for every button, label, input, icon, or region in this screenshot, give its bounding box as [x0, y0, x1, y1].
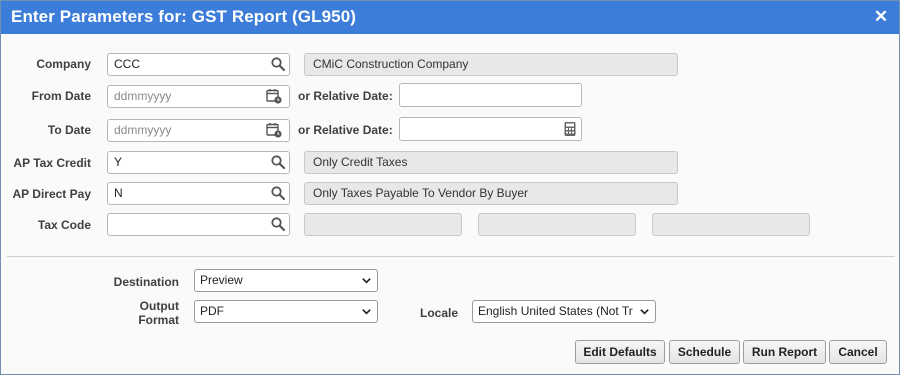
tax-code-label: Tax Code [37, 218, 91, 232]
edit-defaults-button[interactable]: Edit Defaults [575, 340, 665, 364]
company-description: CMiC Construction Company [304, 53, 678, 76]
ap-direct-pay-search-icon[interactable] [270, 185, 286, 201]
locale-value: English United States (Not Tr [478, 304, 633, 318]
from-date-calendar-icon[interactable] [266, 88, 282, 104]
to-date-input[interactable]: ddmmyyyy [107, 119, 290, 142]
locale-label: Locale [420, 306, 459, 320]
ap-tax-credit-search-icon[interactable] [270, 154, 286, 170]
ap-tax-credit-label: AP Tax Credit [13, 156, 91, 170]
run-report-button[interactable]: Run Report [743, 340, 826, 364]
cancel-button[interactable]: Cancel [829, 340, 887, 364]
chevron-down-icon [362, 309, 371, 315]
company-search-icon[interactable] [270, 56, 286, 72]
from-relative-date-label: or Relative Date: [298, 89, 393, 103]
title-bar: Enter Parameters for: GST Report (GL950)… [1, 1, 899, 34]
to-relative-date-input[interactable] [399, 117, 582, 141]
ap-direct-pay-input[interactable]: N [107, 182, 290, 205]
from-date-input[interactable]: ddmmyyyy [107, 85, 290, 108]
output-format-value: PDF [200, 304, 224, 318]
chevron-down-icon [362, 278, 371, 284]
ap-direct-pay-label: AP Direct Pay [12, 187, 92, 201]
schedule-button[interactable]: Schedule [669, 340, 740, 364]
tax-code-description-1 [304, 213, 462, 236]
company-label: Company [36, 57, 91, 71]
output-format-label-line1: Output [139, 299, 179, 313]
parameters-dialog: Enter Parameters for: GST Report (GL950)… [0, 0, 900, 375]
destination-label: Destination [113, 275, 179, 289]
dialog-title: Enter Parameters for: GST Report (GL950) [11, 7, 357, 26]
to-date-calendar-icon[interactable] [266, 122, 282, 138]
tax-code-search-icon[interactable] [270, 216, 286, 232]
tax-code-description-2 [478, 213, 636, 236]
destination-select[interactable]: Preview [194, 269, 378, 292]
locale-select[interactable]: English United States (Not Tr [472, 300, 656, 323]
tax-code-description-3 [652, 213, 810, 236]
ap-tax-credit-input[interactable]: Y [107, 151, 290, 174]
section-divider [7, 256, 895, 257]
tax-code-input[interactable] [107, 213, 290, 236]
output-format-select[interactable]: PDF [194, 300, 378, 323]
company-input[interactable]: CCC [107, 53, 290, 76]
close-icon[interactable]: ✕ [871, 7, 891, 27]
output-format-label: Output Format [138, 299, 179, 327]
chevron-down-icon [640, 309, 649, 315]
from-relative-date-input[interactable] [399, 83, 582, 107]
from-date-label: From Date [31, 89, 91, 103]
to-date-label: To Date [47, 123, 91, 137]
calculator-icon[interactable] [562, 121, 578, 137]
ap-tax-credit-description: Only Credit Taxes [304, 151, 678, 174]
ap-direct-pay-description: Only Taxes Payable To Vendor By Buyer [304, 182, 678, 205]
to-relative-date-label: or Relative Date: [298, 123, 393, 137]
destination-value: Preview [200, 273, 243, 287]
output-format-label-line2: Format [138, 313, 179, 327]
